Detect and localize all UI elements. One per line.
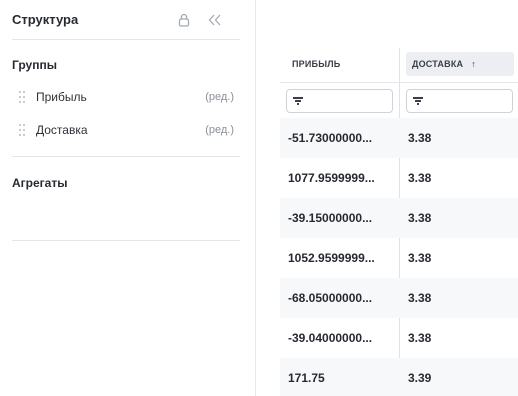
drag-handle-icon[interactable] (18, 90, 28, 104)
column-header-label: ПРИБЫЛЬ (292, 59, 341, 69)
aggregates-title: Агрегаты (12, 176, 68, 190)
cell-profit: -39.15000000... (288, 211, 373, 225)
group-item-label: Доставка (36, 123, 88, 137)
double-chevron-left-icon[interactable] (207, 12, 223, 28)
table-row[interactable]: -39.15000000... 3.38 (280, 198, 518, 238)
cell-delivery: 3.39 (408, 371, 432, 385)
groups-title: Группы (12, 58, 57, 72)
drag-handle-icon[interactable] (18, 123, 28, 137)
header-divider (280, 82, 518, 83)
column-header-label: ДОСТАВКА (412, 59, 464, 69)
sort-ascending-icon[interactable]: ↑ (471, 59, 476, 69)
table-row[interactable]: -68.05000000... 3.38 (280, 278, 518, 318)
column-header-profit[interactable]: ПРИБЫЛЬ (292, 52, 340, 76)
panel-title: Структура (12, 12, 79, 27)
edit-link[interactable]: (ред.) (205, 124, 234, 136)
divider (12, 156, 240, 157)
group-item-profit[interactable]: Прибыль (ред.) (18, 87, 234, 107)
filter-icon (413, 97, 423, 105)
cell-delivery: 3.38 (408, 131, 432, 145)
cell-delivery: 3.38 (408, 331, 432, 345)
filter-input-delivery[interactable] (406, 89, 513, 113)
table-row[interactable]: -51.73000000... 3.38 (280, 118, 518, 158)
data-table: ПРИБЫЛЬ ДОСТАВКА ↑ -51.73000000... 3.38 1… (280, 48, 518, 396)
filter-icon (293, 97, 303, 105)
cell-delivery: 3.38 (408, 171, 432, 185)
cell-profit: -51.73000000... (288, 131, 373, 145)
cell-profit: 1077.9599999... (288, 171, 375, 185)
table-row[interactable]: 1052.9599999... 3.38 (280, 238, 518, 278)
table-row[interactable]: 1077.9599999... 3.38 (280, 158, 518, 198)
table-row[interactable]: 171.75 3.39 (280, 358, 518, 396)
group-item-label: Прибыль (36, 90, 87, 104)
column-header-delivery[interactable]: ДОСТАВКА ↑ (406, 52, 514, 76)
table-row[interactable]: -39.04000000... 3.38 (280, 318, 518, 358)
table-body: -51.73000000... 3.38 1077.9599999... 3.38 … (280, 118, 518, 396)
cell-profit: 171.75 (288, 371, 325, 385)
structure-panel: Структура Группы Прибыль (ред.) Доставка… (0, 0, 256, 396)
cell-delivery: 3.38 (408, 211, 432, 225)
group-item-delivery[interactable]: Доставка (ред.) (18, 120, 234, 140)
cell-profit: -39.04000000... (288, 331, 373, 345)
divider (12, 240, 240, 241)
cell-delivery: 3.38 (408, 291, 432, 305)
edit-link[interactable]: (ред.) (205, 91, 234, 103)
filter-input-profit[interactable] (286, 89, 393, 113)
cell-profit: 1052.9599999... (288, 251, 375, 265)
cell-profit: -68.05000000... (288, 291, 373, 305)
lock-icon[interactable] (176, 12, 192, 28)
panel-header: Структура (12, 0, 240, 40)
cell-delivery: 3.38 (408, 251, 432, 265)
